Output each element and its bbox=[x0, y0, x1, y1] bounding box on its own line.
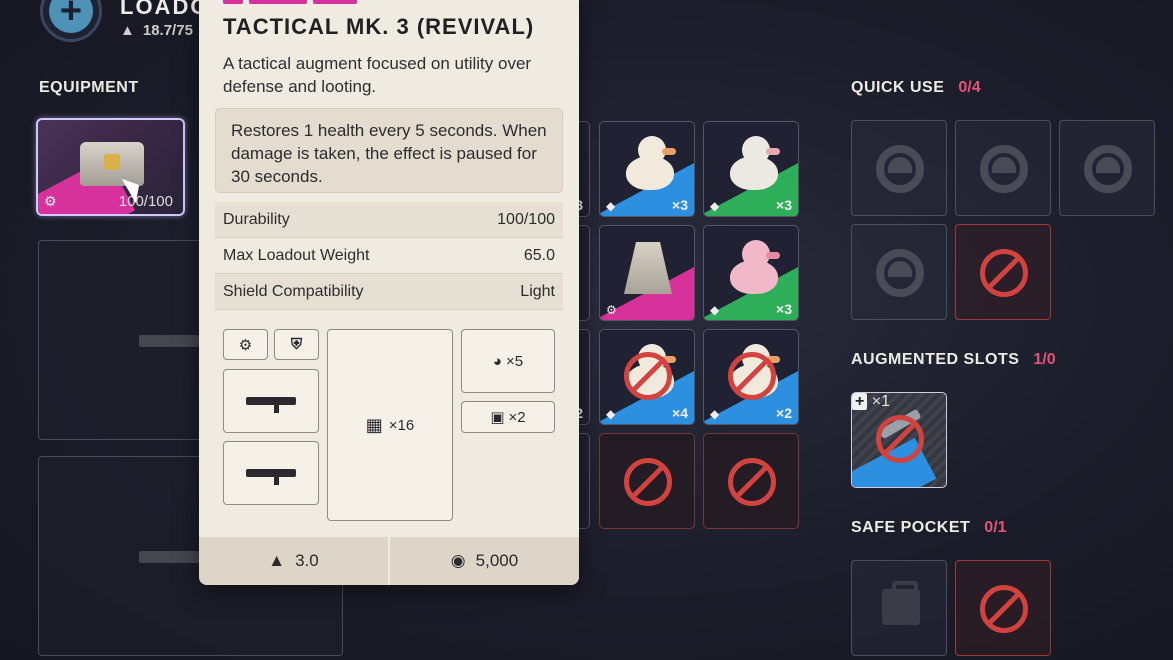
safe-pocket-label: SAFE POCKET bbox=[851, 519, 971, 536]
price-info: ◉ 5,000 bbox=[388, 537, 579, 585]
quick-use-capacity-value: ×5 bbox=[505, 352, 524, 370]
backpack-capacity: ▦ ×16 bbox=[327, 329, 453, 521]
quick-use-capacity: ◕ ×5 bbox=[461, 329, 555, 393]
coin-icon: ◉ bbox=[450, 551, 466, 570]
safe-icon: ▣ bbox=[490, 409, 505, 426]
safe-pocket-slot[interactable] bbox=[851, 560, 947, 656]
weapon-slot-icon bbox=[223, 369, 319, 433]
empty-slot-icon bbox=[980, 145, 1028, 193]
diamond-icon: ◆ bbox=[710, 199, 720, 213]
backpack-slot-cow-duck[interactable]: ◆ ×3 bbox=[703, 121, 799, 217]
backpack-slot-duck[interactable]: ◆ ×3 bbox=[599, 121, 695, 217]
stat-value: 65.0 bbox=[523, 246, 555, 264]
augment-durability: 100/100 bbox=[118, 193, 173, 210]
augmented-slots-header: AUGMENTED SLOTS 1/0 bbox=[851, 351, 1056, 369]
item-price: 5,000 bbox=[475, 551, 519, 570]
blocked-icon bbox=[980, 249, 1028, 297]
weight-icon: ▲ bbox=[268, 551, 286, 570]
backpack-slot-pink-duck[interactable]: ◆ ×3 bbox=[703, 225, 799, 321]
stat-label: Shield Compatibility bbox=[223, 282, 364, 300]
loadout-weight: ▲ 18.7/75 bbox=[120, 22, 193, 39]
item-count: ×4 bbox=[672, 405, 688, 421]
plus-icon: + bbox=[852, 393, 868, 410]
stat-value: 100/100 bbox=[497, 210, 555, 228]
augmented-slots-count: 1/0 bbox=[1033, 351, 1056, 368]
item-tooltip: TACTICAL MK. 3 (REVIVAL) A tactical augm… bbox=[199, 0, 579, 585]
backpack-capacity-value: ×16 bbox=[388, 416, 415, 434]
item-count: ×3 bbox=[672, 197, 688, 213]
item-title: TACTICAL MK. 3 (REVIVAL) bbox=[223, 14, 535, 39]
backpack-slot-locked bbox=[703, 433, 799, 529]
quick-use-slot-locked bbox=[955, 224, 1051, 320]
duck-icon bbox=[626, 134, 676, 190]
safe-pocket-capacity: ▣ ×2 bbox=[461, 401, 555, 433]
weight-value: 18.7/75 bbox=[142, 22, 193, 39]
blocked-icon bbox=[624, 352, 672, 400]
augmented-slot[interactable]: + ×1 bbox=[851, 392, 947, 488]
rarity-tags bbox=[223, 0, 357, 4]
shield-icon: ⛨ bbox=[274, 329, 319, 360]
durability-icon: ⚙ bbox=[44, 193, 57, 209]
grid-icon: ▦ bbox=[365, 414, 383, 435]
item-count: ×3 bbox=[776, 301, 792, 317]
stat-label: Durability bbox=[223, 210, 290, 228]
backpack-slot-blocked-duck[interactable]: ◆ ×4 bbox=[599, 329, 695, 425]
augment-slot[interactable]: ⚙ 100/100 bbox=[36, 118, 185, 216]
weight-icon: ▲ bbox=[120, 22, 135, 39]
quick-use-slot[interactable] bbox=[851, 224, 947, 320]
equipment-label: EQUIPMENT bbox=[39, 79, 139, 96]
item-effect: Restores 1 health every 5 seconds. When … bbox=[215, 108, 563, 193]
loadout-title: LOADO bbox=[120, 0, 210, 19]
diamond-icon: ◆ bbox=[710, 407, 720, 421]
backpack-slot-blocked-duck[interactable]: ◆ ×2 bbox=[703, 329, 799, 425]
quick-use-slot[interactable] bbox=[851, 120, 947, 216]
augment-slot-icon: ⚙ bbox=[223, 329, 268, 360]
diamond-icon: ◆ bbox=[710, 303, 720, 317]
blocked-icon bbox=[876, 415, 924, 463]
safe-pocket-header: SAFE POCKET 0/1 bbox=[851, 519, 1007, 537]
backpack-slot-augment[interactable]: ⚙ bbox=[599, 225, 695, 321]
item-count: ×1 bbox=[871, 393, 891, 410]
diamond-icon: ◆ bbox=[606, 199, 616, 213]
weight-info: ▲ 3.0 bbox=[199, 537, 388, 585]
weapon-silhouette bbox=[139, 335, 199, 347]
empty-slot-icon bbox=[876, 145, 924, 193]
item-count: ×3 bbox=[776, 197, 792, 213]
blocked-icon bbox=[980, 585, 1028, 633]
diamond-icon: ◆ bbox=[606, 407, 616, 421]
stat-row: Durability 100/100 bbox=[215, 202, 563, 238]
quick-use-slot[interactable] bbox=[1059, 120, 1155, 216]
augment-image bbox=[624, 242, 672, 294]
quick-use-header: QUICK USE 0/4 bbox=[851, 79, 981, 97]
safe-pocket-count: 0/1 bbox=[984, 519, 1007, 536]
safe-pocket-icon bbox=[882, 581, 920, 625]
safe-pocket-capacity-value: ×2 bbox=[508, 408, 526, 426]
tooltip-footer: ▲ 3.0 ◉ 5,000 bbox=[199, 537, 579, 585]
loadout-plus-icon: + bbox=[40, 0, 102, 42]
item-count: ×2 bbox=[776, 405, 792, 421]
backpack-slot-locked bbox=[599, 433, 695, 529]
duck-icon bbox=[730, 134, 780, 190]
stat-label: Max Loadout Weight bbox=[223, 246, 370, 264]
augmented-slots-label: AUGMENTED SLOTS bbox=[851, 351, 1020, 368]
quick-use-slot[interactable] bbox=[955, 120, 1051, 216]
blocked-icon bbox=[624, 458, 672, 506]
item-description: A tactical augment focused on utility ov… bbox=[223, 54, 532, 96]
weapon-silhouette bbox=[139, 551, 199, 563]
stat-row: Shield Compatibility Light bbox=[215, 274, 563, 310]
blocked-icon bbox=[728, 352, 776, 400]
empty-slot-icon bbox=[1084, 145, 1132, 193]
durability-icon: ⚙ bbox=[606, 303, 617, 317]
empty-slot-icon bbox=[876, 249, 924, 297]
item-weight: 3.0 bbox=[295, 551, 319, 570]
stat-row: Max Loadout Weight 65.0 bbox=[215, 238, 563, 274]
quick-use-count: 0/4 bbox=[958, 79, 981, 96]
ring-icon: ◕ bbox=[492, 352, 502, 370]
blocked-icon bbox=[728, 458, 776, 506]
weapon-slot-icon bbox=[223, 441, 319, 505]
stat-value: Light bbox=[520, 282, 555, 300]
duck-icon bbox=[730, 238, 780, 294]
quick-use-label: QUICK USE bbox=[851, 79, 945, 96]
safe-pocket-slot-locked bbox=[955, 560, 1051, 656]
